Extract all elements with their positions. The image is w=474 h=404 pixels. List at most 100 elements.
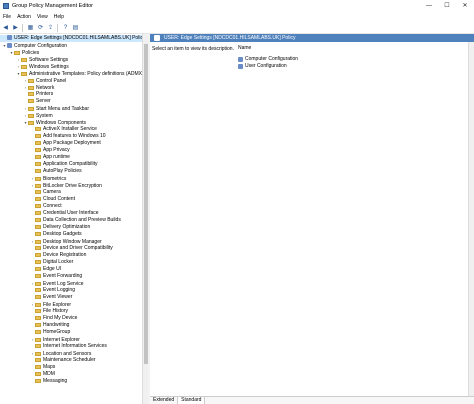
tree-item[interactable]: › File Explorer	[0, 301, 71, 308]
tree-item-label: Delivery Optimization	[43, 224, 91, 230]
details-header-text: USER: Edge Settings [NDCDC01.HILSAMLABS.…	[164, 35, 296, 41]
export-list-icon[interactable]: ⇪	[46, 23, 55, 32]
maximize-button[interactable]: ☐	[438, 0, 456, 11]
tree-item[interactable]: ▾ Computer Configuration	[0, 42, 67, 49]
tree-item[interactable]: HomeGroup	[0, 329, 70, 336]
list-item-user-configuration[interactable]: User Configuration	[238, 63, 287, 69]
tree-item[interactable]: App Package Deployment	[0, 140, 101, 147]
tree-item[interactable]: App runtime	[0, 154, 70, 161]
folder-icon	[35, 217, 41, 222]
folder-icon	[35, 329, 41, 334]
tree-item[interactable]: Printers	[0, 91, 53, 98]
minimize-button[interactable]: —	[420, 0, 438, 11]
tree-item[interactable]: Device and Driver Compatibility	[0, 245, 113, 252]
menu-file[interactable]: File	[0, 14, 14, 20]
tree-item[interactable]: Internet Information Services	[0, 343, 107, 350]
refresh-icon[interactable]: ⟳	[36, 23, 45, 32]
tree-item[interactable]: File History	[0, 308, 68, 315]
tree-item[interactable]: ▾ Windows Components	[0, 119, 86, 126]
tree-item[interactable]: Maps	[0, 364, 55, 371]
tree-item[interactable]: › Software Settings	[0, 56, 68, 63]
tree-item[interactable]: › Network	[0, 84, 55, 91]
tree-item[interactable]: ActiveX Installer Service	[0, 126, 97, 133]
folder-icon	[21, 57, 27, 62]
tree-item[interactable]: › Start Menu and Taskbar	[0, 105, 89, 112]
tab-standard[interactable]: Standard	[178, 397, 206, 404]
description-text: Select an item to view its description.	[152, 46, 234, 52]
tree-item-label: HomeGroup	[43, 329, 71, 335]
tree-item[interactable]: ▾ Administrative Templates: Policy defini…	[0, 70, 142, 77]
tree-item[interactable]: Connect	[0, 203, 62, 210]
menu-action[interactable]: Action	[14, 14, 34, 20]
tree-item-label: Messaging	[43, 378, 68, 384]
folder-icon	[35, 351, 41, 356]
tree-item[interactable]: Add features to Windows 10	[0, 133, 106, 140]
tree-item[interactable]: Event Forwarding	[0, 273, 82, 280]
tree-item[interactable]: Find My Device	[0, 315, 77, 322]
tree-item[interactable]: › Event Log Service	[0, 280, 84, 287]
tree-item[interactable]: App Privacy	[0, 147, 70, 154]
tree-item[interactable]: › Biometrics	[0, 175, 67, 182]
tree-item[interactable]: Digital Locker	[0, 259, 73, 266]
tree-item[interactable]: › Windows Settings	[0, 63, 69, 70]
folder-icon	[35, 183, 41, 188]
tree-item-label: Device Registration	[43, 252, 87, 258]
help-icon[interactable]: ?	[61, 23, 70, 32]
close-button[interactable]: ✕	[456, 0, 474, 11]
tree-item[interactable]: Desktop Gadgets	[0, 231, 82, 238]
list-item-computer-configuration[interactable]: Computer Configuration	[238, 56, 298, 62]
list-item-label: Computer Configuration	[245, 56, 299, 62]
name-column-header[interactable]: Name	[238, 45, 251, 51]
details-scrollbar[interactable]	[468, 42, 474, 396]
tree-item[interactable]: › System	[0, 112, 53, 119]
forward-arrow-icon[interactable]: ▶	[11, 23, 20, 32]
tab-extended[interactable]: Extended	[150, 397, 179, 404]
folder-icon	[35, 126, 41, 131]
folder-icon	[35, 357, 41, 362]
tree-item-label: Device and Driver Compatibility	[43, 245, 113, 251]
folder-icon	[35, 294, 41, 299]
window-title: Group Policy Management Editor	[12, 2, 94, 9]
tree-item[interactable]: Application Compatibility	[0, 161, 97, 168]
menu-help[interactable]: Help	[51, 14, 67, 20]
tree-item[interactable]: USER: Edge Settings [NDCDC01.HILSAMLABS.…	[0, 35, 146, 42]
tree-item[interactable]: Maintenance Scheduler	[0, 357, 96, 364]
tree-item[interactable]: › Control Panel	[0, 77, 66, 84]
menu-view[interactable]: View	[34, 14, 51, 20]
tree-item[interactable]: › Location and Sensors	[0, 350, 92, 357]
folder-icon	[21, 71, 27, 76]
tree-item[interactable]: Delivery Optimization	[0, 224, 90, 231]
tree-item[interactable]: Camera	[0, 189, 61, 196]
tree-item[interactable]: Event Viewer	[0, 294, 72, 301]
folder-icon	[28, 98, 34, 103]
folder-icon	[35, 203, 41, 208]
back-arrow-icon[interactable]: ◀	[1, 23, 10, 32]
tree-item[interactable]: Server	[0, 98, 51, 105]
tree-item-label: File History	[43, 308, 69, 314]
tree-item[interactable]: Cloud Content	[0, 196, 75, 203]
show-hide-tree-icon[interactable]: ▦	[26, 23, 35, 32]
tree-item[interactable]: Device Registration	[0, 252, 86, 259]
tree-item[interactable]: › Desktop Window Manager	[0, 238, 102, 245]
details-header: USER: Edge Settings [NDCDC01.HILSAMLABS.…	[150, 34, 474, 42]
tree-item[interactable]: › Internet Explorer	[0, 336, 80, 343]
folder-icon	[21, 64, 27, 69]
folder-icon	[35, 266, 41, 271]
folder-icon	[35, 371, 41, 376]
properties-icon[interactable]: ▤	[71, 23, 80, 32]
folder-icon	[14, 50, 20, 55]
tree-item[interactable]: AutoPlay Policies	[0, 168, 82, 175]
tree-item[interactable]: Credential User Interface	[0, 210, 99, 217]
list-item-label: User Configuration	[245, 63, 287, 69]
tree-item[interactable]: ▾ Policies	[0, 49, 39, 56]
folder-icon	[35, 189, 41, 194]
tree-item[interactable]: Event Logging	[0, 287, 75, 294]
tree-item[interactable]: Handwriting	[0, 322, 69, 329]
tree-item[interactable]: Data Collection and Preview Builds	[0, 217, 121, 224]
tree-item[interactable]: › BitLocker Drive Encryption	[0, 182, 102, 189]
tree-item[interactable]: Edge UI	[0, 266, 61, 273]
tree-item[interactable]: MDM	[0, 371, 55, 378]
tree-item[interactable]: Messaging	[0, 378, 67, 385]
details-pane: USER: Edge Settings [NDCDC01.HILSAMLABS.…	[150, 34, 474, 404]
console-tree[interactable]: USER: Edge Settings [NDCDC01.HILSAMLABS.…	[0, 34, 148, 404]
